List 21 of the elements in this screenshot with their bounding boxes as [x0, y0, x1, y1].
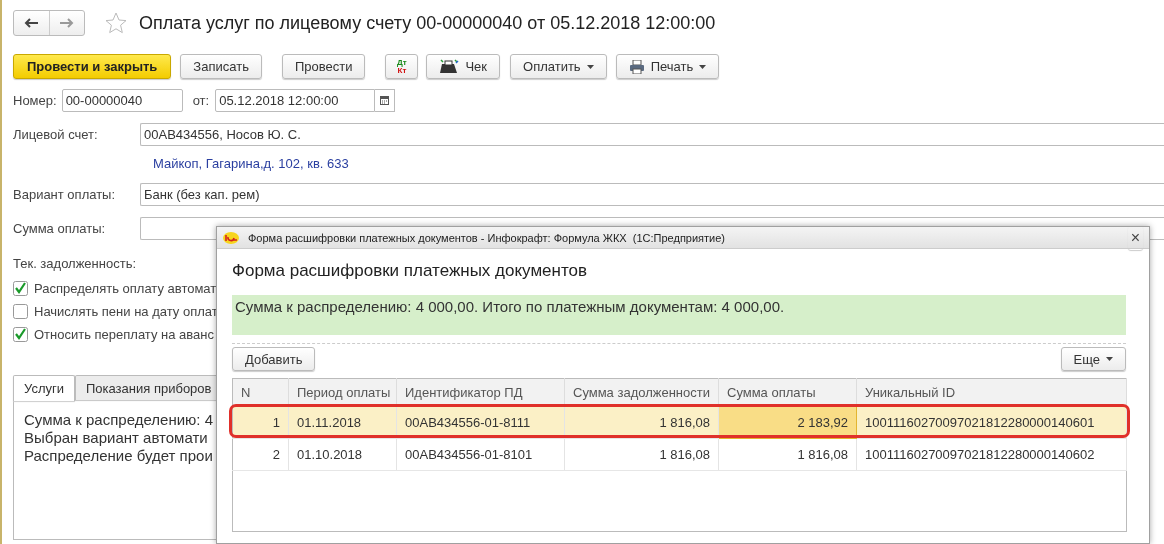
table-cell: 00АВ434556-01-8101 [396, 438, 565, 471]
info-text: Выбран вариант автомати [24, 429, 209, 447]
window-title: Форма расшифровки платежных документов - Инфокрафт: Формула ЖКХ (1С:Предприятие) [248, 231, 727, 244]
table-cell: 2 [232, 438, 289, 471]
info-text: Распределение будет прои [24, 447, 214, 465]
table-cell: 1 816,08 [718, 438, 857, 471]
form-heading: Форма расшифровки платежных документов [232, 261, 589, 281]
summary-text: Сумма к распределению: 4 000,00. Итого по платежным документам: 4 000,00. [232, 295, 1126, 335]
table-cell: 1 816,08 [564, 438, 719, 471]
field-label: Сумма оплаты: [13, 221, 107, 236]
date-label: от: [192, 93, 210, 108]
number-label: Номер: [13, 93, 57, 108]
table-cell: 01.10.2018 [288, 438, 397, 471]
info-text: Сумма к распределению: 4 [24, 411, 214, 429]
field-label: Лицевой счет: [13, 127, 99, 142]
table-cell: 10011160270097021812280000140602 [856, 438, 1127, 471]
checkbox-label: Начислять пени на дату оплат [34, 304, 218, 319]
checkbox-label: Относить переплату на аванс [34, 327, 214, 342]
document-title: Оплата услуг по лицевому счету 00-00000040 от 05.12.2018 12:00:00 [139, 12, 716, 34]
checkbox-label: Распределять оплату автомат [34, 281, 217, 296]
field-label: Вариант оплаты: [13, 187, 117, 202]
